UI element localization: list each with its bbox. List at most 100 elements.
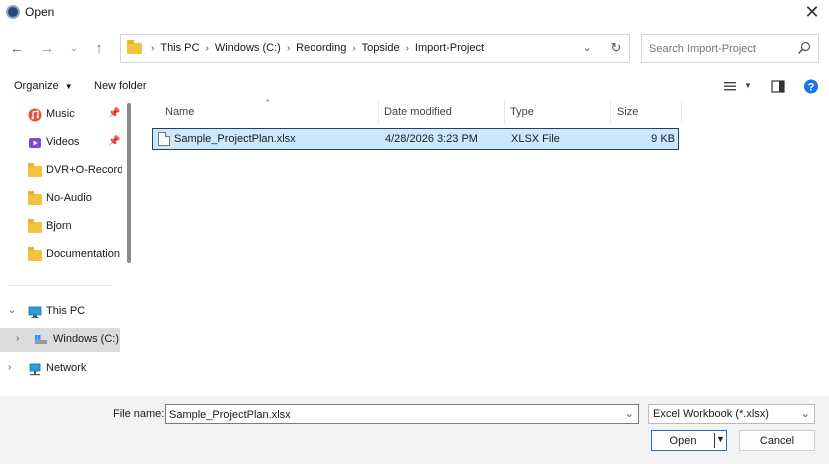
folder-icon <box>127 40 142 54</box>
open-button[interactable]: Open ▼ <box>651 430 727 451</box>
command-toolbar: Organize ▼ New folder ▼ ? <box>0 73 829 100</box>
computer-icon <box>28 306 42 318</box>
breadcrumb-chevron-icon: › <box>205 43 209 54</box>
chevron-down-icon[interactable]: ⌄ <box>801 407 810 420</box>
breadcrumb-item[interactable]: Topside <box>362 42 400 54</box>
sidebar-item-label: Bjorn <box>46 220 72 232</box>
split-divider <box>714 433 715 448</box>
column-header-name[interactable]: Name <box>134 100 378 124</box>
drive-icon <box>35 335 47 344</box>
svg-text:?: ? <box>808 82 815 94</box>
back-arrow-icon[interactable]: ← <box>6 38 28 60</box>
navigation-pane-scrollbar[interactable] <box>127 103 131 263</box>
sidebar-divider <box>8 285 112 286</box>
file-name: Sample_ProjectPlan.xlsx <box>174 133 296 145</box>
column-header-type[interactable]: Type <box>479 100 587 124</box>
app-icon <box>6 5 20 19</box>
navigation-bar: ← → ⌄ ↑ › This PC › Windows (C:) › Recording ›… <box>0 32 829 66</box>
column-header-date-modified[interactable]: Date modified <box>353 100 479 124</box>
file-size: 9 KB <box>651 133 675 145</box>
pin-icon[interactable]: 📌 <box>108 108 120 119</box>
file-name-label: File name: <box>113 408 165 420</box>
refresh-icon[interactable]: ↻ <box>608 40 624 58</box>
file-date-modified: 4/28/2026 3:23 PM <box>385 133 478 145</box>
search-box[interactable] <box>641 34 819 63</box>
navigation-pane: Music 📌 Videos 📌 DVR+O-Recordi No-Audio … <box>0 100 134 396</box>
breadcrumb-item[interactable]: Windows (C:) <box>215 42 281 54</box>
title-bar: Open ✕ <box>0 0 829 25</box>
open-options-caret-icon[interactable]: ▼ <box>716 434 725 444</box>
view-dropdown-caret-icon[interactable]: ▼ <box>744 81 752 90</box>
table-row[interactable]: Sample_ProjectPlan.xlsx 4/28/2026 3:23 P… <box>152 128 679 150</box>
sidebar-item-network[interactable]: › Network <box>0 357 122 381</box>
address-bar[interactable]: › This PC › Windows (C:) › Recording › Topside ›… <box>120 34 630 63</box>
breadcrumb: › This PC › Windows (C:) › Recording › Topside ›… <box>145 42 484 54</box>
up-arrow-icon[interactable]: ↑ <box>88 38 110 60</box>
column-header-label: Type <box>510 106 534 118</box>
videos-icon <box>29 138 41 148</box>
file-icon <box>158 132 170 146</box>
forward-arrow-icon[interactable]: → <box>36 38 58 60</box>
sidebar-item-no-audio[interactable]: No-Audio <box>0 187 122 211</box>
organize-button[interactable]: Organize ▼ <box>14 80 73 92</box>
column-header-label: Size <box>617 106 639 118</box>
music-icon <box>28 108 42 122</box>
view-options-icon[interactable] <box>723 78 737 95</box>
breadcrumb-chevron-icon: › <box>286 43 291 54</box>
sidebar-item-label: Network <box>46 362 87 374</box>
help-icon[interactable]: ? <box>803 78 819 95</box>
file-type-value: Excel Workbook (*.xlsx) <box>653 408 769 420</box>
chevron-right-icon[interactable]: › <box>16 333 26 344</box>
column-divider[interactable] <box>681 100 682 124</box>
folder-icon <box>28 191 42 205</box>
sidebar-item-label: No-Audio <box>46 192 92 204</box>
cancel-button-label: Cancel <box>759 435 795 447</box>
sidebar-item-documentation[interactable]: Documentation <box>0 243 122 267</box>
dropdown-caret-icon: ▼ <box>64 82 73 91</box>
search-input[interactable] <box>649 41 794 57</box>
sidebar-item-this-pc[interactable]: ⌄ This PC <box>0 300 122 324</box>
recent-locations-chevron-icon[interactable]: ⌄ <box>63 38 85 60</box>
sidebar-item-music[interactable]: Music 📌 <box>0 103 122 127</box>
breadcrumb-chevron-icon: › <box>405 43 409 54</box>
pin-icon[interactable]: 📌 <box>108 136 120 147</box>
file-name-input[interactable] <box>169 407 609 422</box>
sidebar-item-windows-c[interactable]: › Windows (C:) <box>0 328 120 352</box>
breadcrumb-item[interactable]: This PC <box>160 42 199 54</box>
file-type: XLSX File <box>511 133 560 145</box>
chevron-right-icon[interactable]: › <box>8 362 18 373</box>
sidebar-item-label: This PC <box>46 305 86 317</box>
column-header-label: Name <box>165 106 195 118</box>
breadcrumb-chevron-icon: › <box>151 43 155 54</box>
column-header-label: Date modified <box>384 106 452 118</box>
folder-icon <box>28 163 42 177</box>
folder-icon <box>28 247 42 261</box>
folder-icon <box>28 219 42 233</box>
dialog-footer: File name: ⌄ Excel Workbook (*.xlsx) ⌄ O… <box>0 396 829 464</box>
chevron-down-icon[interactable]: ⌄ <box>625 407 634 420</box>
sidebar-item-label: Windows (C:) <box>53 333 119 345</box>
breadcrumb-chevron-icon: › <box>352 43 356 54</box>
column-header-size[interactable]: Size <box>586 100 681 124</box>
open-button-label: Open <box>669 435 697 447</box>
preview-pane-icon[interactable] <box>771 78 785 95</box>
file-name-combobox[interactable]: ⌄ <box>165 404 639 424</box>
sidebar-item-videos[interactable]: Videos 📌 <box>0 131 122 155</box>
sidebar-item-dvr-recordings[interactable]: DVR+O-Recordi <box>0 159 122 183</box>
cancel-button[interactable]: Cancel <box>739 430 815 451</box>
window-title: Open <box>25 5 55 19</box>
chevron-down-icon[interactable]: ⌄ <box>8 305 18 316</box>
sidebar-item-label: Documentation <box>46 248 120 260</box>
breadcrumb-item[interactable]: Recording <box>296 42 346 54</box>
file-list: ⌃ Name Date modified Type Size Sample_Pr… <box>134 98 829 396</box>
new-folder-button[interactable]: New folder <box>94 80 147 92</box>
address-dropdown-chevron-icon[interactable]: ⌄ <box>580 41 594 57</box>
breadcrumb-item[interactable]: Import-Project <box>415 42 484 54</box>
file-type-select[interactable]: Excel Workbook (*.xlsx) ⌄ <box>648 404 815 424</box>
search-icon[interactable] <box>796 40 812 56</box>
organize-label: Organize <box>14 80 59 92</box>
sidebar-item-label: DVR+O-Recordi <box>46 164 122 176</box>
close-icon[interactable]: ✕ <box>801 1 823 23</box>
network-icon <box>29 363 41 376</box>
sidebar-item-bjorn[interactable]: Bjorn <box>0 215 122 239</box>
